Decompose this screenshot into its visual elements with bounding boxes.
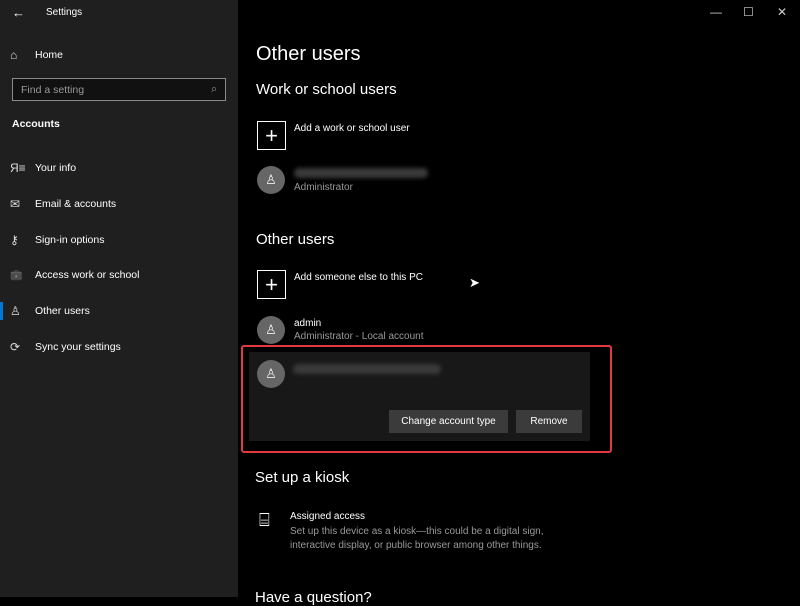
label: Other users [35,305,90,317]
work-heading: Work or school users [256,81,397,98]
redacted-name [294,168,428,178]
sidebar-item-sync[interactable]: ⟳Sync your settings [0,332,238,362]
assigned-access-link[interactable]: Assigned access [290,511,365,522]
remove-button[interactable]: Remove [516,410,582,433]
add-icon[interactable]: + [257,270,286,299]
label: Sync your settings [35,341,121,353]
kiosk-desc-2: interactive display, or public browser a… [290,540,542,551]
mail-icon: ✉ [0,197,35,211]
sidebar-item-your-info[interactable]: Я≡Your info [0,153,238,183]
label: Email & accounts [35,198,116,210]
avatar: ♙ [257,316,285,344]
redacted-email [293,364,441,374]
person-card-icon: Я≡ [0,161,35,175]
close-button[interactable]: ✕ [777,5,787,19]
search-icon: ⌕ [211,83,217,96]
admin-name[interactable]: admin [294,318,321,329]
person-icon: ♙ [0,304,35,318]
briefcase-icon: 💼 [0,270,35,281]
search-input[interactable]: Find a setting ⌕ [12,78,226,101]
home-label: Home [35,49,63,61]
key-icon: ⚷ [0,233,35,247]
question-heading: Have a question? [255,589,372,606]
other-heading: Other users [256,231,334,248]
home-icon: ⌂ [0,48,35,62]
section-heading: Accounts [12,118,60,130]
kiosk-desc-1: Set up this device as a kiosk—this could… [290,526,543,537]
sync-icon: ⟳ [0,340,35,354]
kiosk-heading: Set up a kiosk [255,469,349,486]
user-role: Administrator [294,182,353,193]
minimize-button[interactable]: — [710,5,722,19]
back-button[interactable]: ← [12,5,25,20]
sidebar-item-sign-in[interactable]: ⚷Sign-in options [0,225,238,255]
window-title: Settings [46,7,82,18]
avatar: ♙ [257,360,285,388]
sidebar-item-other-users[interactable]: ♙Other users [0,296,238,326]
maximize-button[interactable]: ☐ [743,5,754,19]
mouse-cursor-icon: ➤ [469,275,480,291]
label: Access work or school [35,269,139,281]
add-someone-else[interactable]: Add someone else to this PC [294,272,423,283]
label: Sign-in options [35,234,104,246]
sidebar: ← Settings ⌂Home Find a setting ⌕ Account… [0,0,238,597]
avatar: ♙ [257,166,285,194]
admin-role: Administrator - Local account [294,331,424,342]
add-work-user[interactable]: Add a work or school user [294,123,410,134]
change-account-type-button[interactable]: Change account type [389,410,508,433]
kiosk-icon: ⌸ [259,510,270,531]
search-placeholder: Find a setting [21,84,84,96]
add-icon[interactable]: + [257,121,286,150]
sidebar-item-email[interactable]: ✉Email & accounts [0,189,238,219]
sidebar-item-work-school[interactable]: 💼Access work or school [0,260,238,290]
label: Your info [35,162,76,174]
page-title: Other users [256,43,360,66]
sidebar-item-home[interactable]: ⌂Home [0,40,238,70]
